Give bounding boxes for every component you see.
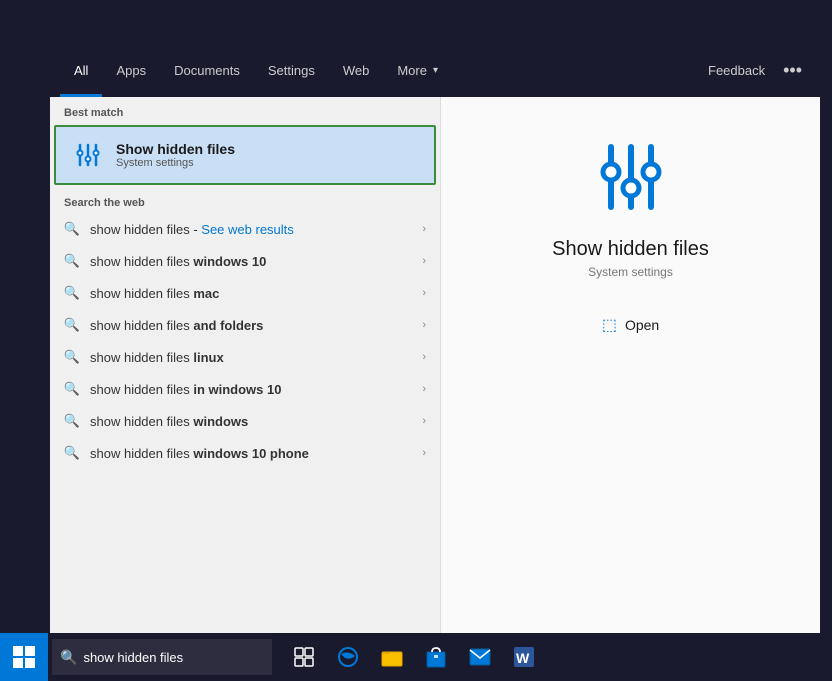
tab-web[interactable]: Web: [329, 43, 384, 97]
search-icon: 🔍: [64, 317, 80, 333]
arrow-icon: ›: [422, 351, 426, 363]
list-item[interactable]: 🔍 show hidden files in windows 10 ›: [50, 373, 440, 405]
best-match-title: Show hidden files: [116, 141, 420, 157]
left-panel: Best match: [50, 97, 440, 633]
best-match-label: Best match: [50, 97, 440, 125]
arrow-icon: ›: [422, 223, 426, 235]
best-match-item[interactable]: Show hidden files System settings: [54, 125, 436, 185]
taskbar-search-icon: 🔍: [60, 649, 77, 666]
tab-all[interactable]: All: [60, 43, 102, 97]
search-item-text: show hidden files mac: [90, 286, 416, 301]
more-options-button[interactable]: •••: [775, 60, 810, 81]
taskbar: 🔍: [0, 633, 832, 681]
nav-bar: All Apps Documents Settings Web More ▾ F…: [50, 43, 820, 97]
settings-icon-large: [591, 137, 671, 222]
svg-text:W: W: [516, 650, 530, 666]
search-icon: 🔍: [64, 349, 80, 365]
arrow-icon: ›: [422, 383, 426, 395]
open-icon: ⬚: [602, 315, 617, 335]
search-item-text: show hidden files - See web results: [90, 222, 416, 237]
open-button[interactable]: ⬚ Open: [592, 309, 669, 341]
file-explorer-icon[interactable]: [372, 633, 412, 681]
tab-documents[interactable]: Documents: [160, 43, 254, 97]
tab-more[interactable]: More ▾: [383, 43, 452, 97]
chevron-down-icon: ▾: [433, 65, 438, 76]
search-icon: 🔍: [64, 221, 80, 237]
search-item-text: show hidden files windows: [90, 414, 416, 429]
store-icon[interactable]: [416, 633, 456, 681]
search-icon: 🔍: [64, 381, 80, 397]
edge-icon[interactable]: [328, 633, 368, 681]
search-window: All Apps Documents Settings Web More ▾ F…: [50, 43, 820, 633]
taskbar-icons: W: [284, 633, 544, 681]
start-button[interactable]: [0, 633, 48, 681]
best-match-text: Show hidden files System settings: [116, 141, 420, 169]
list-item[interactable]: 🔍 show hidden files windows 10 phone ›: [50, 437, 440, 469]
right-panel-title: Show hidden files: [552, 238, 709, 261]
search-icon: 🔍: [64, 253, 80, 269]
tab-settings[interactable]: Settings: [254, 43, 329, 97]
word-icon[interactable]: W: [504, 633, 544, 681]
right-panel-subtitle: System settings: [588, 265, 673, 279]
tab-apps[interactable]: Apps: [102, 43, 160, 97]
arrow-icon: ›: [422, 415, 426, 427]
task-view-icon[interactable]: [284, 633, 324, 681]
search-icon: 🔍: [64, 285, 80, 301]
arrow-icon: ›: [422, 319, 426, 331]
settings-icon-small: [70, 137, 106, 173]
arrow-icon: ›: [422, 447, 426, 459]
open-label: Open: [625, 317, 659, 333]
list-item[interactable]: 🔍 show hidden files linux ›: [50, 341, 440, 373]
search-input[interactable]: [83, 650, 243, 665]
list-item[interactable]: 🔍 show hidden files - See web results ›: [50, 213, 440, 245]
search-item-text: show hidden files windows 10 phone: [90, 446, 416, 461]
web-search-label: Search the web: [50, 189, 440, 213]
search-icon: 🔍: [64, 413, 80, 429]
windows-logo-icon: [13, 646, 35, 668]
best-match-sub: System settings: [116, 157, 420, 169]
search-icon: 🔍: [64, 445, 80, 461]
list-item[interactable]: 🔍 show hidden files mac ›: [50, 277, 440, 309]
search-item-text: show hidden files in windows 10: [90, 382, 416, 397]
search-item-text: show hidden files and folders: [90, 318, 416, 333]
arrow-icon: ›: [422, 255, 426, 267]
search-item-text: show hidden files linux: [90, 350, 416, 365]
right-panel: Show hidden files System settings ⬚ Open: [440, 97, 820, 633]
search-item-text: show hidden files windows 10: [90, 254, 416, 269]
content-area: Best match: [50, 97, 820, 633]
taskbar-search-box[interactable]: 🔍: [52, 639, 272, 675]
feedback-button[interactable]: Feedback: [698, 63, 775, 78]
list-item[interactable]: 🔍 show hidden files windows ›: [50, 405, 440, 437]
arrow-icon: ›: [422, 287, 426, 299]
mail-icon[interactable]: [460, 633, 500, 681]
list-item[interactable]: 🔍 show hidden files and folders ›: [50, 309, 440, 341]
list-item[interactable]: 🔍 show hidden files windows 10 ›: [50, 245, 440, 277]
